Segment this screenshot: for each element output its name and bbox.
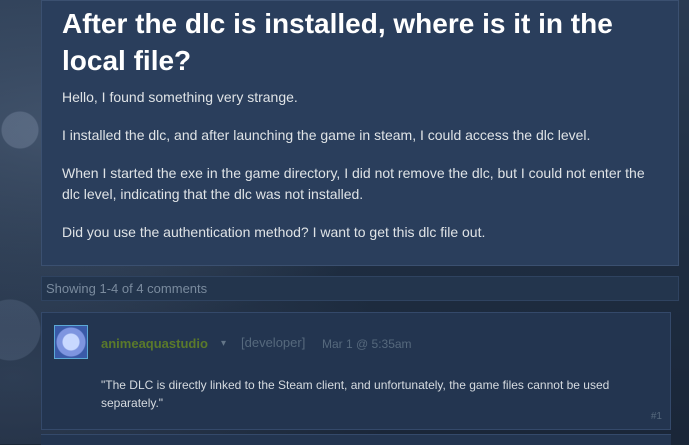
comment-number-link[interactable]: #1 [651, 411, 662, 422]
post-paragraph: Did you use the authentication method? I… [62, 224, 486, 240]
comment-item: animeaquastudio ▾ [developer] Mar 1 @ 5:… [41, 312, 671, 430]
avatar[interactable] [54, 325, 88, 359]
post-paragraph: I installed the dlc, and after launching… [62, 127, 591, 143]
developer-badge: [developer] [241, 335, 306, 350]
chevron-down-icon[interactable]: ▾ [221, 338, 226, 349]
comment-text: "The DLC is directly linked to the Steam… [101, 378, 610, 410]
post-body: Hello, I found something very strange. I… [62, 87, 662, 260]
background-artwork [0, 0, 45, 444]
post-paragraph: When I started the exe in the game direc… [62, 165, 645, 202]
comments-count-text: Showing 1-4 of 4 comments [46, 281, 208, 296]
post-paragraph: Hello, I found something very strange. [62, 89, 298, 105]
comments-header-bar: Showing 1-4 of 4 comments [41, 276, 679, 301]
comment-author-link[interactable]: animeaquastudio [101, 336, 208, 351]
next-comment-edge [41, 434, 671, 445]
comment-timestamp: Mar 1 @ 5:35am [322, 337, 412, 351]
post-title: After the dlc is installed, where is it … [62, 8, 613, 76]
